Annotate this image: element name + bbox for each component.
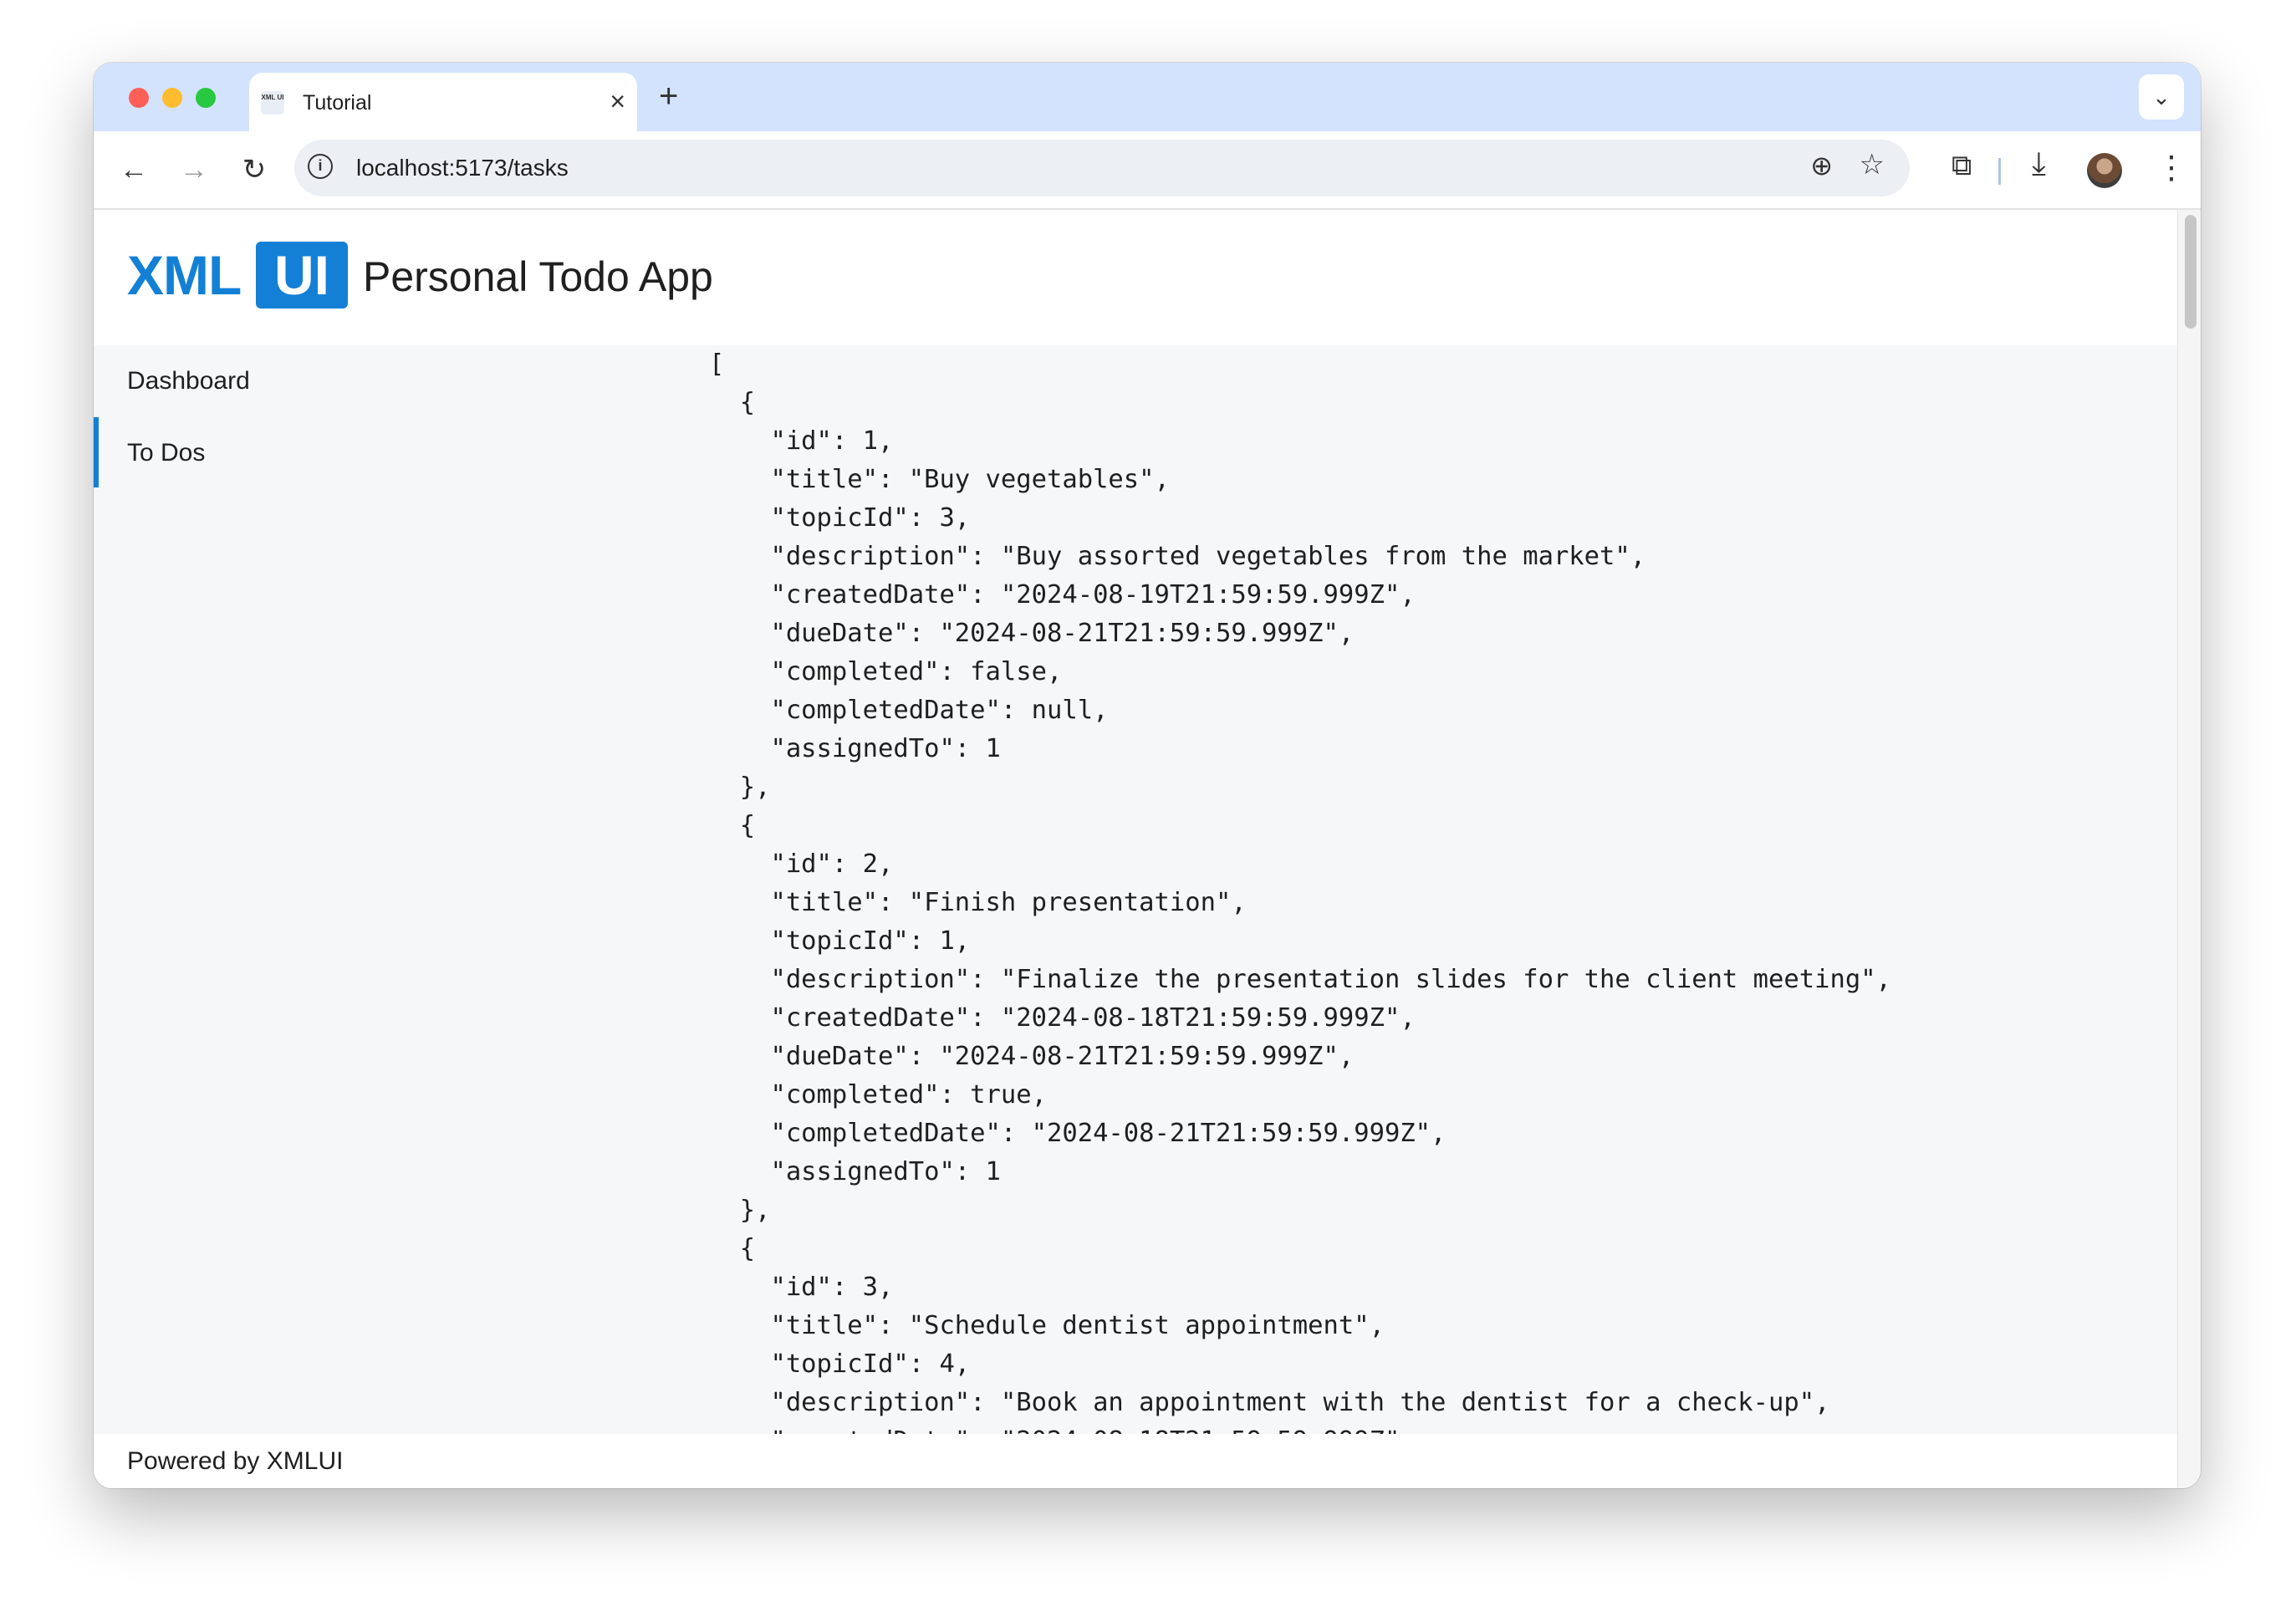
active-indicator [94,417,99,487]
browser-tab[interactable]: XML UI Tutorial × [249,73,637,131]
site-info-icon[interactable]: i [308,154,333,179]
main-content: [ { "id": 1, "title": "Buy vegetables", … [696,345,2177,1434]
footer-text: Powered by XMLUI [127,1447,344,1475]
address-bar[interactable]: i localhost:5173/tasks ⊕ ☆ [294,140,1910,196]
tab-close-icon[interactable]: × [610,86,625,116]
logo-text: XML [127,244,242,306]
close-window-button[interactable] [129,88,149,108]
sidebar-item-todos[interactable]: To Dos [94,417,696,487]
logo-badge: UI [256,242,348,309]
sidebar-item-dashboard[interactable]: Dashboard [94,345,696,416]
profile-avatar[interactable] [2087,153,2122,188]
download-icon[interactable]: ⤓ [2032,146,2046,182]
zoom-icon[interactable]: ⊕ [1810,150,1833,181]
maximize-window-button[interactable] [196,88,216,108]
more-vert-icon[interactable]: ⋮ [2156,148,2187,188]
favicon-icon: XML UI [261,91,284,115]
browser-window: XML UI Tutorial × + ⌄ ← → ↻ i localhost:… [94,63,2201,1488]
forward-arrow-icon[interactable]: → [174,150,214,190]
sidebar-item-label: To Dos [127,439,206,467]
app-footer: Powered by XMLUI [94,1434,2177,1488]
web-page: XML UI Personal Todo App Dashboard To Do… [94,210,2177,1488]
tab-menu-chevron-icon[interactable]: ⌄ [2139,74,2184,120]
bookmark-star-icon[interactable]: ☆ [1860,148,1885,181]
sidebar: Dashboard To Dos [94,345,696,1434]
url-text[interactable]: localhost:5173/tasks [356,155,569,181]
tab-strip: XML UI Tutorial × + ⌄ [94,63,2201,131]
scrollbar-thumb[interactable] [2185,215,2197,329]
page-title: Personal Todo App [363,253,713,300]
browser-toolbar: ← → ↻ i localhost:5173/tasks ⊕ ☆ ⧉ ⤓ ⋮ [94,131,2201,210]
json-output: [ { "id": 1, "title": "Buy vegetables", … [709,349,1891,1434]
reload-icon[interactable]: ↻ [234,150,274,190]
page-scrollbar[interactable] [2177,210,2201,1488]
toolbar-divider [1998,158,2001,185]
back-arrow-icon[interactable]: ← [114,150,154,190]
extensions-icon[interactable]: ⧉ [1952,150,1972,182]
minimize-window-button[interactable] [162,88,182,108]
sidebar-item-label: Dashboard [127,367,250,395]
new-tab-icon[interactable]: + [659,79,678,113]
app-header: XML UI Personal Todo App [94,210,2177,345]
tab-title: Tutorial [303,91,372,115]
